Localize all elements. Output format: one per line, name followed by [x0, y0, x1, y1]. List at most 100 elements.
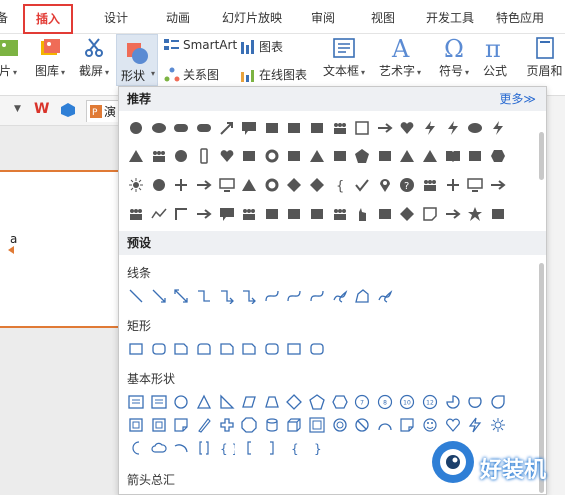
shape-tri-icon[interactable] — [396, 145, 419, 167]
basic-bchord-icon[interactable] — [464, 391, 487, 413]
line-curve-icon[interactable] — [261, 285, 284, 307]
shape-circle-icon[interactable] — [125, 117, 148, 139]
shape-rect-icon[interactable] — [238, 145, 261, 167]
more-link[interactable]: 更多≫ — [499, 87, 536, 111]
shape-people-icon[interactable] — [125, 203, 148, 225]
shape-rect-icon[interactable] — [374, 203, 397, 225]
basic-bnosym-icon[interactable] — [351, 414, 374, 436]
shape-bolt-icon[interactable] — [487, 117, 510, 139]
shape-bolt-icon[interactable] — [441, 117, 464, 139]
basic-bpie-icon[interactable] — [441, 391, 464, 413]
basic-btri-icon[interactable] — [193, 391, 216, 413]
tab-slideshow[interactable]: 幻灯片放映 — [222, 0, 282, 34]
basic-bframe-icon[interactable] — [148, 414, 171, 436]
line-curve-icon[interactable] — [283, 285, 306, 307]
basic-bheart-icon[interactable] — [441, 414, 464, 436]
basic-bcan-icon[interactable] — [261, 414, 284, 436]
basic-bbolt-icon[interactable] — [464, 414, 487, 436]
rect-bsnip-icon[interactable] — [170, 338, 193, 360]
textbox-button[interactable]: 文本框 ▾ — [320, 36, 368, 79]
shape-plus-icon[interactable] — [170, 174, 193, 196]
shape-callout-icon[interactable] — [215, 203, 238, 225]
shape-people-icon[interactable] — [328, 203, 351, 225]
basic-num-icon[interactable]: 7 — [351, 391, 374, 413]
basic-bbrace-icon[interactable]: { } — [215, 437, 238, 459]
line-elb-icon[interactable] — [193, 285, 216, 307]
shape-oval-icon[interactable] — [464, 117, 487, 139]
line-free-icon[interactable] — [351, 285, 374, 307]
shape-heart-icon[interactable] — [396, 117, 419, 139]
basic-bdonut-icon[interactable] — [328, 414, 351, 436]
shape-check-icon[interactable] — [351, 174, 374, 196]
basic-bsun-icon[interactable] — [487, 414, 510, 436]
formula-button[interactable]: π 公式 — [478, 36, 512, 79]
basic-btext-icon[interactable] — [148, 391, 171, 413]
shape-square-icon[interactable] — [351, 117, 374, 139]
tab-view[interactable]: 视图 — [371, 0, 395, 34]
tab-start[interactable]: 备 — [0, 0, 8, 34]
basic-num-icon[interactable]: 10 — [396, 391, 419, 413]
shape-circle-icon[interactable] — [148, 174, 171, 196]
basic-btear-icon[interactable] — [487, 391, 510, 413]
cube-icon[interactable] — [60, 102, 76, 118]
basic-blbrace-icon[interactable]: { — [283, 437, 306, 459]
rect-bsnip-icon[interactable] — [238, 338, 261, 360]
shape-rect-icon[interactable] — [261, 203, 284, 225]
wps-logo-icon[interactable]: W — [34, 101, 49, 117]
shape-rect-icon[interactable] — [328, 145, 351, 167]
basic-num-icon[interactable]: 8 — [374, 391, 397, 413]
shape-rect-icon[interactable] — [487, 203, 510, 225]
smartart-button[interactable]: SmartArt — [164, 38, 237, 52]
basic-bpara-icon[interactable] — [238, 391, 261, 413]
shape-tri-icon[interactable] — [419, 145, 442, 167]
basic-boct-icon[interactable] — [238, 414, 261, 436]
shape-rect-icon[interactable] — [283, 145, 306, 167]
tab-insert[interactable]: 插入 — [23, 4, 74, 34]
basic-brtri-icon[interactable] — [215, 391, 238, 413]
shape-ring-icon[interactable] — [261, 174, 284, 196]
tab-design[interactable]: 设计 — [104, 0, 128, 34]
basic-brbrack-icon[interactable] — [261, 437, 284, 459]
slide-canvas[interactable]: a — [0, 170, 120, 328]
shape-oval-icon[interactable] — [148, 117, 171, 139]
shape-bolt-icon[interactable] — [419, 117, 442, 139]
line-line-icon[interactable] — [125, 285, 148, 307]
shape-star-icon[interactable] — [464, 203, 487, 225]
shape-wave-icon[interactable] — [148, 203, 171, 225]
shape-rect-icon[interactable] — [306, 117, 329, 139]
shape-rrect-icon[interactable] — [170, 117, 193, 139]
shape-ring-icon[interactable] — [261, 145, 284, 167]
gallery-button[interactable]: 图库 ▾ — [32, 36, 68, 79]
shape-arrowdiag-icon[interactable] — [215, 117, 238, 139]
wordart-button[interactable]: A 艺术字 ▾ — [376, 36, 424, 79]
shape-pin-icon[interactable] — [374, 174, 397, 196]
basic-btext-icon[interactable] — [125, 391, 148, 413]
shape-phone-icon[interactable] — [193, 145, 216, 167]
screenshot-button[interactable]: 截屏 ▾ — [76, 36, 112, 79]
basic-bpent-icon[interactable] — [306, 391, 329, 413]
basic-num-icon[interactable]: 12 — [419, 391, 442, 413]
shape-tri-icon[interactable] — [238, 174, 261, 196]
shape-people-icon[interactable] — [238, 203, 261, 225]
line-elba-icon[interactable] — [215, 285, 238, 307]
symbol-button[interactable]: Ω 符号 ▾ — [436, 36, 472, 79]
shape-tri-icon[interactable] — [306, 145, 329, 167]
shape-pent-icon[interactable] — [351, 145, 374, 167]
basic-bsmile-icon[interactable] — [419, 414, 442, 436]
rect-bround1-icon[interactable] — [193, 338, 216, 360]
rect-brrect-icon[interactable] — [306, 338, 329, 360]
basic-btrap-icon[interactable] — [261, 391, 284, 413]
line-elba-icon[interactable] — [238, 285, 261, 307]
rect-brrect-icon[interactable] — [148, 338, 171, 360]
shape-rect-icon[interactable] — [283, 117, 306, 139]
basic-barc-icon[interactable] — [374, 414, 397, 436]
shape-hex-icon[interactable] — [487, 145, 510, 167]
shape-monitor-icon[interactable] — [215, 174, 238, 196]
shape-rect-icon[interactable] — [464, 145, 487, 167]
shape-people-icon[interactable] — [328, 117, 351, 139]
rect-bsnip-icon[interactable] — [215, 338, 238, 360]
basic-bfold-icon[interactable] — [396, 414, 419, 436]
line-scribble-icon[interactable] — [374, 285, 397, 307]
basic-bslash-icon[interactable] — [193, 414, 216, 436]
shape-rect-icon[interactable] — [306, 203, 329, 225]
